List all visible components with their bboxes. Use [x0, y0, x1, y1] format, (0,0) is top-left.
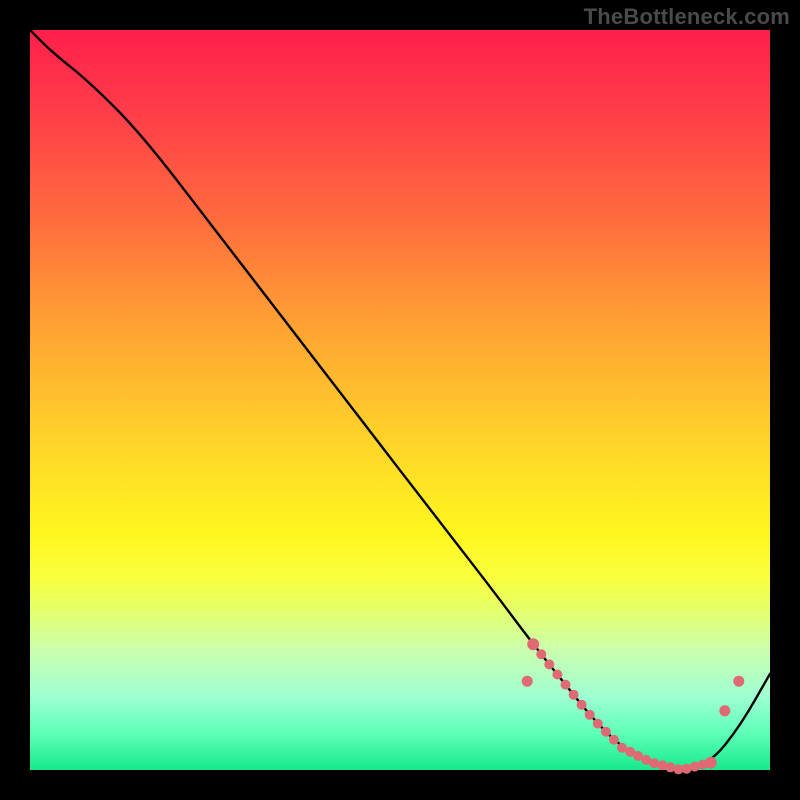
- highlight-bead: [585, 710, 595, 720]
- highlight-bead: [522, 676, 533, 687]
- highlight-bead: [733, 676, 744, 687]
- chart-frame: TheBottleneck.com: [0, 0, 800, 800]
- highlight-bead: [609, 735, 619, 745]
- watermark-text: TheBottleneck.com: [584, 4, 790, 30]
- highlight-bead: [569, 690, 579, 700]
- highlight-bead: [544, 659, 554, 669]
- chart-line-group: [30, 30, 770, 768]
- highlight-bead: [577, 700, 587, 710]
- highlight-band: [522, 638, 745, 774]
- highlight-bead: [552, 670, 562, 680]
- main-curve: [30, 30, 770, 768]
- line-chart-svg: [30, 30, 770, 770]
- highlight-bead: [536, 649, 546, 659]
- highlight-bead: [705, 757, 717, 769]
- highlight-bead: [527, 638, 539, 650]
- highlight-bead: [561, 680, 571, 690]
- highlight-bead: [719, 705, 730, 716]
- plot-area: [30, 30, 770, 770]
- highlight-bead: [601, 727, 611, 737]
- highlight-bead: [593, 719, 603, 729]
